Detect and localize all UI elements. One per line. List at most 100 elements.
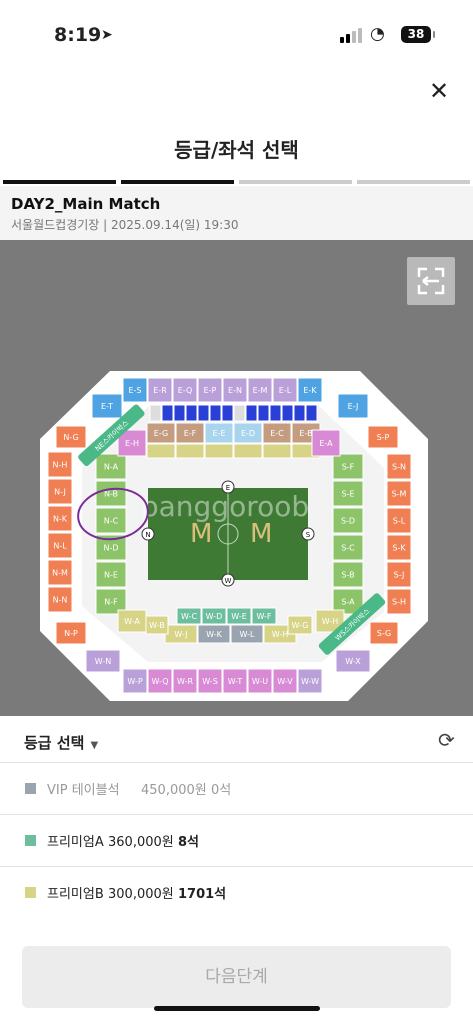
seat-section-label: S-M [392,490,407,499]
grade-row[interactable]: 프리미엄B 300,000원 1701석 [0,866,473,919]
grade-price: 360,000원 [108,835,174,850]
seat-section-label: W-W [301,677,319,686]
seat-map[interactable]: M M NSEW N-H N-J N-K N-L N-M N-N N-A N-B N-C N-D N… [0,240,473,716]
step-2-indicator [121,180,234,184]
grade-select-dropdown[interactable]: 등급 선택 ▼ [24,732,98,753]
seat-section-[interactable] [262,443,292,459]
caret-down-icon: ▼ [90,740,99,751]
seat-section-label: S-J [394,571,405,580]
grade-name: VIP 테이블석 [47,783,120,798]
seat-section-label: W-J [174,630,187,639]
seat-section-label: S-A [341,598,355,607]
grade-color-swatch [25,887,36,898]
seat-section-label: S-B [341,571,354,580]
seat-section-label: N-F [104,598,118,607]
seat-section-label: E-D [241,429,255,438]
seat-section-label: E-L [279,386,292,395]
seat-section-label: S-C [341,544,355,553]
seat-section-label: N-C [104,517,119,526]
seat-section-[interactable] [146,443,176,459]
seat-section-label: W-C [181,612,197,621]
status-time: 8:19 [54,24,102,46]
seat-section-[interactable] [245,404,258,422]
fit-screen-icon [417,267,445,295]
seat-section-[interactable] [233,443,263,459]
seat-section-[interactable] [221,404,234,422]
status-bar: 8:19 ➤ ◔ 38 [0,0,473,70]
step-4-indicator [357,180,470,184]
grade-seat-count: 0석 [211,783,232,798]
close-button[interactable]: ✕ [424,76,454,106]
event-venue-date: 서울월드컵경기장 | 2025.09.14(일) 19:30 [11,218,239,232]
seat-section-[interactable] [257,404,270,422]
seat-section-label: E-B [299,429,312,438]
seat-section-label: S-F [342,463,355,472]
seat-section-label: W-E [231,612,247,621]
seat-section-label: S-N [392,463,406,472]
grade-row[interactable]: VIP 테이블석 450,000원 0석 [0,762,473,815]
seat-section-[interactable] [281,404,294,422]
seat-section-label: S-G [377,629,391,638]
seat-section-[interactable] [185,404,198,422]
seat-section-label: W-B [149,621,165,630]
seat-section-label: W-S [202,677,218,686]
seat-section-label: E-F [184,429,197,438]
close-icon: ✕ [428,77,450,105]
seat-section-[interactable] [233,404,246,422]
seat-section-label: N-P [64,629,78,638]
location-arrow-icon: ➤ [101,27,113,43]
seat-section-label: S-K [392,544,406,553]
seat-section-label: E-C [270,429,284,438]
seat-section-[interactable] [173,404,186,422]
seat-section-label: N-K [53,515,68,524]
seat-section-label: N-G [63,433,78,442]
refresh-button[interactable]: ⟳ [438,728,455,752]
seat-section-label: W-H [272,630,289,639]
seat-section-label: S-P [377,433,390,442]
seat-section-label: W-F [256,612,271,621]
seat-section-label: W-G [292,621,309,630]
grade-select-label: 등급 선택 [24,734,85,752]
next-step-button[interactable]: 다음단계 [22,946,451,1008]
grade-row[interactable]: 프리미엄A 360,000원 8석 [0,814,473,867]
seat-section-[interactable] [161,404,174,422]
signal-icon [340,27,364,43]
seat-section-label: W-H [322,617,339,626]
seat-section-label: N-A [104,463,119,472]
seat-section-label: W-T [228,677,243,686]
team-crest-left: M [190,519,212,549]
seat-section-label: E-A [319,439,333,448]
seat-section-label: E-K [303,386,317,395]
refresh-icon: ⟳ [438,728,455,752]
seat-section-label: E-P [204,386,217,395]
seat-section-label: E-J [348,402,359,411]
grade-price: 450,000원 [141,783,207,798]
seat-section-[interactable] [269,404,282,422]
battery-icon: 38 [401,26,435,43]
seat-section-[interactable] [209,404,222,422]
wifi-icon: ◔ [370,24,385,44]
seat-section-[interactable] [149,404,162,422]
seat-section-label: E-M [253,386,268,395]
seat-section-label: S-L [393,517,406,526]
watermark: panggoroob [141,490,309,523]
fit-screen-button[interactable] [407,257,455,305]
seat-section-[interactable] [204,443,234,459]
seat-section-label: W-N [95,657,111,666]
seat-section-label: E-T [101,402,113,411]
seat-section-label: W-Q [151,677,168,686]
grade-sheet: 등급 선택 ▼ ⟳ VIP 테이블석 450,000원 0석프리미엄A 360,000원… [0,716,473,1024]
seat-section-[interactable] [293,404,306,422]
seat-section-label: W-V [277,677,293,686]
seat-section-[interactable] [305,404,318,422]
seat-section-label: S-H [392,598,406,607]
seat-section-label: E-R [153,386,167,395]
seat-section-[interactable] [175,443,205,459]
seat-section-label: S-D [341,517,355,526]
grade-seat-count: 1701석 [178,887,227,902]
compass-south-label: S [306,531,311,539]
seat-section-label: E-N [228,386,242,395]
grade-name: 프리미엄A [47,835,104,850]
grade-color-swatch [25,783,36,794]
seat-section-[interactable] [197,404,210,422]
